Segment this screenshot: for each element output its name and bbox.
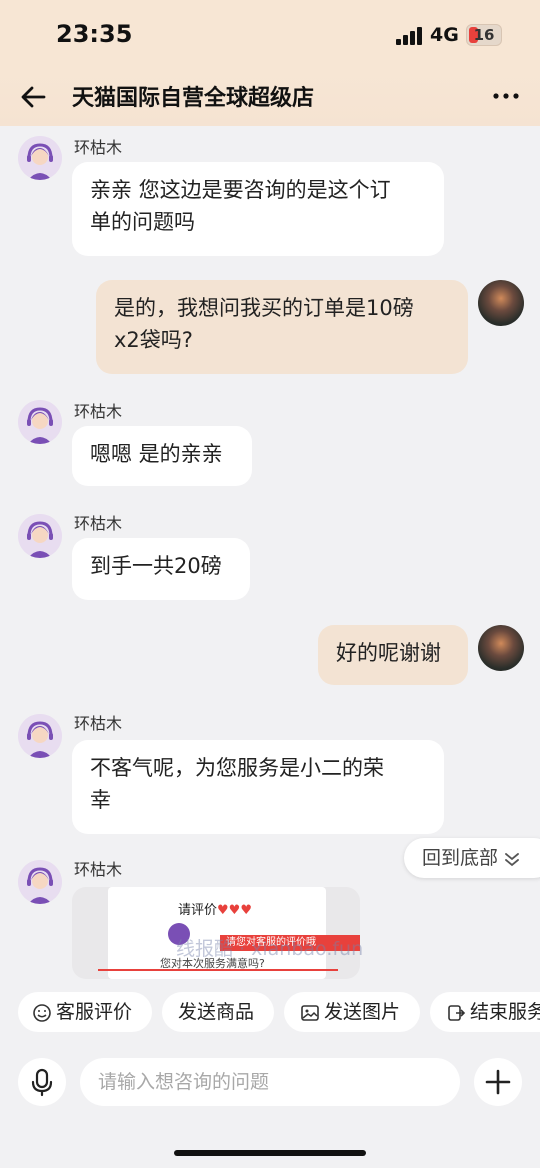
chip-label: 发送商品 bbox=[178, 1001, 255, 1023]
agent-avatar[interactable] bbox=[18, 714, 62, 758]
back-button[interactable] bbox=[18, 81, 50, 113]
exit-icon bbox=[448, 1004, 466, 1021]
sender-name: 环枯木 bbox=[74, 860, 123, 879]
jump-to-bottom-button[interactable]: 回到底部 bbox=[404, 838, 540, 878]
agent-headset-icon bbox=[18, 136, 62, 180]
message-bubble-incoming[interactable]: 嗯嗯 是的亲亲 bbox=[72, 426, 252, 486]
chip-end-service[interactable]: 结束服务 bbox=[430, 992, 540, 1032]
sender-name: 环枯木 bbox=[74, 714, 123, 733]
chip-send-product[interactable]: 发送商品 bbox=[162, 992, 274, 1032]
rating-title-text: 请评价 bbox=[178, 903, 218, 918]
store-title: 天猫国际自营全球超级店 bbox=[72, 86, 315, 111]
chip-service-rating[interactable]: 客服评价 bbox=[18, 992, 152, 1032]
agent-headset-icon bbox=[18, 714, 62, 758]
message-input[interactable] bbox=[80, 1058, 460, 1106]
status-bar: 23:35 4G 16 bbox=[0, 0, 540, 70]
smile-icon bbox=[33, 1003, 51, 1022]
agent-headset-icon bbox=[18, 514, 62, 558]
microphone-icon bbox=[31, 1068, 53, 1097]
agent-avatar[interactable] bbox=[18, 400, 62, 444]
jump-to-bottom-label: 回到底部 bbox=[422, 847, 499, 869]
rating-card-border bbox=[98, 969, 338, 971]
more-options-button[interactable] bbox=[474, 1058, 522, 1106]
agent-headset-icon bbox=[18, 860, 62, 904]
chip-label: 客服评价 bbox=[56, 1001, 133, 1023]
chip-label: 结束服务 bbox=[470, 1001, 540, 1023]
battery-level: 16 bbox=[473, 26, 495, 44]
sender-name: 环枯木 bbox=[74, 138, 123, 157]
input-bar bbox=[0, 1050, 540, 1168]
home-indicator bbox=[174, 1150, 366, 1156]
sender-name: 环枯木 bbox=[74, 514, 123, 533]
user-avatar[interactable] bbox=[478, 625, 524, 671]
double-chevron-down-icon bbox=[505, 852, 519, 866]
network-type: 4G bbox=[430, 24, 459, 46]
chip-send-image[interactable]: 发送图片 bbox=[284, 992, 420, 1032]
rating-card-message[interactable]: 请评价♥♥♥ 请您对客服的评价哦 您对本次服务满意吗? bbox=[72, 887, 360, 979]
back-arrow-icon bbox=[21, 86, 46, 108]
user-avatar[interactable] bbox=[478, 280, 524, 326]
agent-avatar[interactable] bbox=[18, 514, 62, 558]
voice-button[interactable] bbox=[18, 1058, 66, 1106]
rating-card-title: 请评价♥♥♥ bbox=[178, 899, 252, 918]
more-dots-icon bbox=[493, 93, 519, 99]
quick-actions-bar: 客服评价 发送商品 发送图片 结束服务 bbox=[0, 980, 540, 1050]
battery-icon: 16 bbox=[466, 24, 502, 46]
status-time: 23:35 bbox=[56, 20, 133, 48]
agent-headset-icon bbox=[18, 400, 62, 444]
sender-name: 环枯木 bbox=[74, 402, 123, 421]
more-button[interactable] bbox=[490, 80, 522, 112]
signal-icon bbox=[396, 27, 424, 45]
watermark: 线报酷 · xianbao.fun bbox=[176, 938, 364, 960]
message-bubble-outgoing[interactable]: 是的，我想问我买的订单是10磅 x2袋吗? bbox=[96, 280, 468, 374]
image-icon bbox=[301, 1004, 319, 1021]
rating-hearts: ♥♥♥ bbox=[217, 903, 252, 918]
nav-bar: 天猫国际自营全球超级店 bbox=[0, 70, 540, 126]
message-bubble-outgoing[interactable]: 好的呢谢谢 bbox=[318, 625, 468, 685]
message-bubble-incoming[interactable]: 到手一共20磅 bbox=[72, 538, 250, 600]
agent-avatar[interactable] bbox=[18, 136, 62, 180]
message-bubble-incoming[interactable]: 不客气呢，为您服务是小二的荣 幸 bbox=[72, 740, 444, 834]
message-bubble-incoming[interactable]: 亲亲 您这边是要咨询的是这个订 单的问题吗 bbox=[72, 162, 444, 256]
rating-card: 请评价♥♥♥ 请您对客服的评价哦 您对本次服务满意吗? bbox=[108, 887, 360, 979]
agent-avatar[interactable] bbox=[18, 860, 62, 904]
chip-label: 发送图片 bbox=[324, 1001, 401, 1023]
plus-icon bbox=[485, 1069, 511, 1095]
